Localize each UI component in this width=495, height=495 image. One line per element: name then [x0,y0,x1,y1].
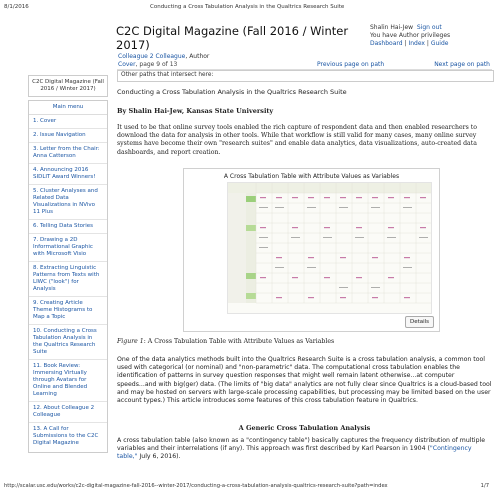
figure-media-box: A Cross Tabulation Table with Attribute … [183,168,440,332]
article-title: Conducting a Cross Tabulation Analysis i… [117,88,347,96]
print-page-number: 1/7 [480,483,489,489]
sidebar: C2C Digital Magazine (Fall 2016 / Winter… [28,70,108,470]
paragraph-text: July 6, 2016). [137,453,181,461]
caption-label: Figure 1 [117,338,144,345]
cover-link[interactable]: Cover [118,61,136,68]
section-heading: A Generic Cross Tabulation Analysis [238,424,371,432]
book-title[interactable]: C2C Digital Magazine (Fall 2016 / Winter… [116,24,356,52]
menu-item-sidlit-awards[interactable]: 4. Announcing 2016 SIDLIT Award Winners! [29,164,107,185]
menu-item-liwc[interactable]: 8. Extracting Linguistic Patterns from T… [29,262,107,297]
next-page-link[interactable]: Next page on path [434,61,490,68]
menu-item-theme-histograms[interactable]: 9. Creating Article Theme Histograms to … [29,297,107,325]
dashboard-link[interactable]: Dashboard [370,40,403,47]
details-button[interactable]: Details [405,316,434,328]
sidebar-book-title[interactable]: C2C Digital Magazine (Fall 2016 / Winter… [28,75,108,97]
path-nav-bar: Cover, page 9 of 13 Previous page on pat… [117,60,492,70]
guide-link[interactable]: Guide [431,40,449,47]
page-info: , page 9 of 13 [135,61,178,68]
author-link[interactable]: Colleague 2 Colleague [118,53,185,60]
byline: Colleague 2 Colleague, Author [118,53,209,60]
menu-item-issue-navigation[interactable]: 2. Issue Navigation [29,129,107,143]
user-box: Shalin Hai-Jew Sign out You have Author … [370,24,490,48]
figure-caption: Figure 1: A Cross Tabulation Table with … [117,338,334,345]
user-privileges: You have Author privileges [370,32,451,39]
other-paths-label: Other paths that intersect here: [121,72,214,78]
article-paragraph: A cross tabulation table (also known as … [117,437,492,462]
author-suffix: , Author [185,53,210,60]
menu-item-book-review[interactable]: 11. Book Review: Immersing Virtually thr… [29,360,107,402]
main-menu-title[interactable]: Main menu [29,101,107,115]
crosstab-table-image[interactable] [227,182,432,314]
menu-item-telling-data-stories[interactable]: 6. Telling Data Stories [29,220,107,234]
print-url: http://scalar.usc.edu/works/c2c-digital-… [4,483,388,489]
article-body: Conducting a Cross Tabulation Analysis i… [117,80,492,157]
menu-item-about-c2c[interactable]: 12. About Colleague 2 Colleague [29,402,107,423]
menu-item-drawing-visio[interactable]: 7. Drawing a 2D Informational Graphic wi… [29,234,107,262]
print-date: 8/1/2016 [4,4,29,10]
user-name: Shalin Hai-Jew [370,24,414,31]
sign-out-link[interactable]: Sign out [417,24,442,31]
menu-item-letter-from-chair[interactable]: 3. Letter from the Chair: Anna Catterson [29,143,107,164]
article-paragraph: It used to be that online survey tools e… [117,124,477,156]
crosstab-screenshot [228,183,431,313]
menu-item-cover[interactable]: 1. Cover [29,115,107,129]
caption-text: : A Cross Tabulation Table with Attribut… [143,338,335,345]
article-author: By Shalin Hai-Jew, Kansas State Universi… [117,107,274,115]
print-page-title: Conducting a Cross Tabulation Analysis i… [150,4,345,10]
print-footer: http://scalar.usc.edu/works/c2c-digital-… [0,481,495,493]
separator: | [404,40,407,47]
menu-item-cluster-analyses[interactable]: 5. Cluster Analyses and Related Data Vis… [29,185,107,220]
figure-title: A Cross Tabulation Table with Attribute … [223,173,400,180]
menu-item-cross-tabulation[interactable]: 10. Conducting a Cross Tabulation Analys… [29,325,107,360]
separator: | [426,40,429,47]
article-paragraph: One of the data analytics methods built … [117,356,492,405]
previous-page-link[interactable]: Previous page on path [317,61,384,68]
main-menu: Main menu 1. Cover 2. Issue Navigation 3… [28,100,108,453]
menu-item-call-for-submissions[interactable]: 13. A Call for Submissions to the C2C Di… [29,423,107,450]
index-link[interactable]: Index [408,40,425,47]
print-header: 8/1/2016 Conducting a Cross Tabulation A… [0,0,495,14]
